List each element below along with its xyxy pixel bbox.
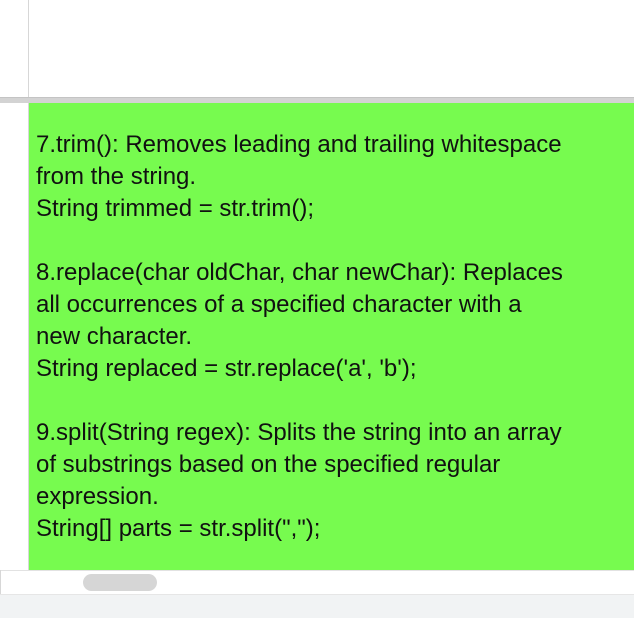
- cell-line: from the string.: [36, 163, 197, 190]
- cell-line: String trimmed = str.trim();: [36, 195, 315, 222]
- cell-blank-line: [36, 385, 628, 417]
- cell-line: 7.trim(): Removes leading and trailing w…: [36, 131, 562, 158]
- grid-line: [0, 570, 634, 571]
- cell-text-block: 7.trim(): Removes leading and trailing w…: [36, 129, 628, 545]
- spreadsheet-cell-java-string-methods[interactable]: 7.trim(): Removes leading and trailing w…: [29, 103, 634, 570]
- cell-line: expression.: [36, 483, 159, 510]
- horizontal-scrollbar-track[interactable]: [0, 594, 634, 618]
- row-header-middle[interactable]: [0, 103, 29, 570]
- cell-line: all occurrences of a specified character…: [36, 291, 522, 318]
- cell-line: String[] parts = str.split(",");: [36, 515, 321, 542]
- cell-line: of substrings based on the specified reg…: [36, 451, 501, 478]
- cell-blank-line: [36, 225, 628, 257]
- row-header-top[interactable]: [0, 0, 29, 97]
- cell-line: 9.split(String regex): Splits the string…: [36, 419, 562, 446]
- horizontal-scrollbar-thumb[interactable]: [83, 574, 157, 591]
- empty-spreadsheet-row[interactable]: [0, 0, 634, 97]
- cell-line: 8.replace(char oldChar, char newChar): R…: [36, 259, 563, 286]
- cell-line: new character.: [36, 323, 193, 350]
- grid-line: [0, 570, 1, 594]
- cell-line: String replaced = str.replace('a', 'b');: [36, 355, 417, 382]
